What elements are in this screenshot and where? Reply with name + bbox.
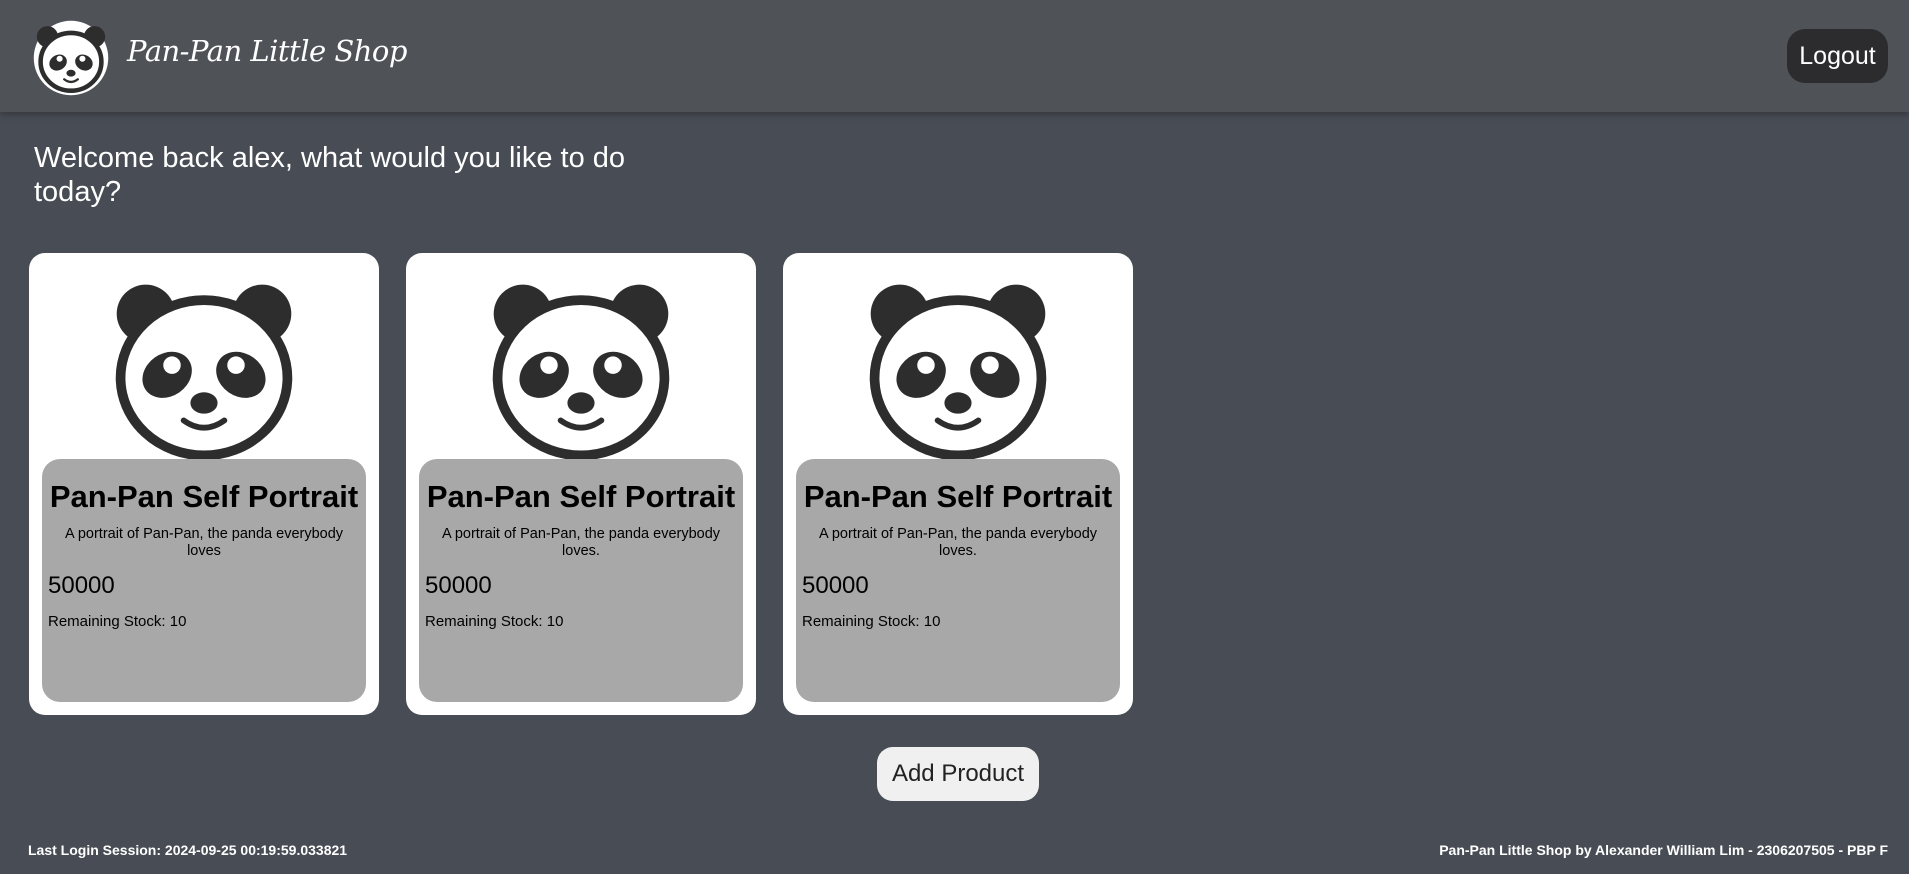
product-name: Pan-Pan Self Portrait (49, 479, 359, 514)
product-card-body: Pan-Pan Self Portrait A portrait of Pan-… (796, 459, 1120, 702)
product-stock: Remaining Stock: 10 (48, 613, 187, 630)
logout-button[interactable]: Logout (1787, 29, 1888, 83)
panda-face-icon (115, 284, 293, 461)
product-card-body: Pan-Pan Self Portrait A portrait of Pan-… (419, 459, 743, 702)
page: Pan-Pan Little Shop Logout Welcome back … (0, 0, 1909, 874)
footer-credit: Pan-Pan Little Shop by Alexander William… (1439, 842, 1888, 858)
panda-face-icon (869, 284, 1047, 461)
product-description: A portrait of Pan-Pan, the panda everybo… (64, 526, 344, 559)
last-login-session: Last Login Session: 2024-09-25 00:19:59.… (28, 842, 348, 858)
product-name: Pan-Pan Self Portrait (426, 479, 736, 514)
product-price: 50000 (425, 572, 492, 599)
product-name: Pan-Pan Self Portrait (803, 479, 1113, 514)
product-card: Pan-Pan Self Portrait A portrait of Pan-… (783, 253, 1133, 715)
product-card: Pan-Pan Self Portrait A portrait of Pan-… (406, 253, 756, 715)
product-price: 50000 (802, 572, 869, 599)
product-stock: Remaining Stock: 10 (425, 613, 564, 630)
navbar: Pan-Pan Little Shop Logout (0, 0, 1909, 112)
product-card-body: Pan-Pan Self Portrait A portrait of Pan-… (42, 459, 366, 702)
panda-face-icon (492, 284, 670, 461)
panda-logo-icon[interactable] (33, 20, 109, 96)
product-card: Pan-Pan Self Portrait A portrait of Pan-… (29, 253, 379, 715)
product-description: A portrait of Pan-Pan, the panda everybo… (441, 526, 721, 559)
product-price: 50000 (48, 572, 115, 599)
add-product-button[interactable]: Add Product (877, 747, 1039, 801)
product-stock: Remaining Stock: 10 (802, 613, 941, 630)
welcome-heading: Welcome back alex, what would you like t… (34, 142, 626, 208)
brand-name[interactable]: Pan-Pan Little Shop (127, 34, 407, 68)
product-description: A portrait of Pan-Pan, the panda everybo… (818, 526, 1098, 559)
